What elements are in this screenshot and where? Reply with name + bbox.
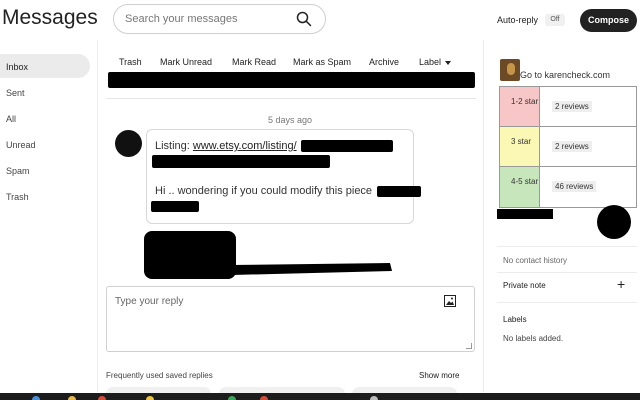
search-icon[interactable] [296,11,312,27]
mark-unread-button[interactable]: Mark Unread [160,57,212,67]
taskbar-app-icon[interactable] [68,396,76,400]
label-dropdown-text: Label [419,57,442,67]
labels-title: Labels [503,315,527,324]
listing-line: Listing: www.etsy.com/listing/ [155,140,297,152]
shop-link[interactable]: Go to karencheck.com [520,70,610,80]
sidebar-item-inbox[interactable]: Inbox [0,54,90,78]
search-input[interactable]: Search your messages [113,4,326,34]
rating-stars-label: 4-5 star [500,167,540,207]
sidebar-item-trash[interactable]: Trash [0,184,90,208]
redacted-subject [108,72,475,88]
listing-prefix: Listing: [155,140,193,152]
autoreply-toggle[interactable]: Off [545,14,565,26]
archive-button[interactable]: Archive [369,57,399,67]
show-more-button[interactable]: Show more [419,371,459,380]
rating-row: 1-2 star 2 reviews [500,87,636,127]
panel-divider [497,246,637,247]
shop-avatar[interactable] [500,59,520,81]
sidebar-item-spam[interactable]: Spam [0,158,90,182]
sidebar-item-sent[interactable]: Sent [0,80,90,104]
contact-avatar[interactable] [597,205,631,239]
sidebar-item-unread[interactable]: Unread [0,132,90,156]
redaction-scribble [144,231,392,279]
taskbar-app-icon[interactable] [98,396,106,400]
header-divider [106,98,476,99]
trash-button[interactable]: Trash [119,57,142,67]
label-dropdown[interactable]: Label [419,57,452,67]
redacted-url-continued [152,155,330,168]
add-note-icon[interactable]: + [617,277,625,291]
chevron-down-icon [445,60,452,65]
review-rating-table: 1-2 star 2 reviews 3 star 2 reviews 4-5 … [499,86,637,208]
autoreply-label: Auto-reply [497,15,539,25]
mark-read-button[interactable]: Mark Read [232,57,276,67]
taskbar-app-icon[interactable] [260,396,268,400]
panel-divider [497,302,637,303]
reply-placeholder: Type your reply [115,296,184,307]
search-placeholder: Search your messages [125,13,238,25]
rating-count: 2 reviews [552,101,592,112]
reply-input[interactable]: Type your reply [106,286,475,352]
message-text: Hi .. wondering if you could modify this… [155,185,373,197]
redacted-text [377,186,421,197]
taskbar [0,393,640,400]
image-icon[interactable] [444,295,456,307]
saved-replies-title: Frequently used saved replies [106,371,213,380]
sidebar-item-all[interactable]: All [0,106,90,130]
redacted-contact-name [497,209,553,219]
taskbar-app-icon[interactable] [228,396,236,400]
taskbar-app-icon[interactable] [32,396,40,400]
no-contact-history: No contact history [503,256,568,265]
rating-count: 2 reviews [552,141,592,152]
panel-divider [497,272,637,273]
page-title: Messages [2,6,98,29]
compose-button[interactable]: Compose [580,9,637,32]
left-divider [97,40,98,392]
listing-link[interactable]: www.etsy.com/listing/ [193,140,297,152]
rating-stars-label: 1-2 star [500,87,540,126]
sender-avatar[interactable] [115,130,142,157]
resize-handle[interactable] [466,343,472,349]
redacted-text-continued [151,201,199,212]
message-bubble: Listing: www.etsy.com/listing/ Hi .. won… [146,129,421,224]
private-note-label: Private note [503,281,546,290]
taskbar-app-icon[interactable] [370,396,378,400]
rating-row: 3 star 2 reviews [500,127,636,167]
rating-row: 4-5 star 46 reviews [500,167,636,207]
rating-stars-label: 3 star [500,127,540,166]
redacted-url [301,140,393,152]
rating-count: 46 reviews [552,181,597,192]
message-timestamp: 5 days ago [268,115,313,125]
right-divider [483,40,484,392]
taskbar-app-icon[interactable] [146,396,154,400]
mark-spam-button[interactable]: Mark as Spam [293,57,351,67]
no-labels-text: No labels added. [503,334,564,343]
